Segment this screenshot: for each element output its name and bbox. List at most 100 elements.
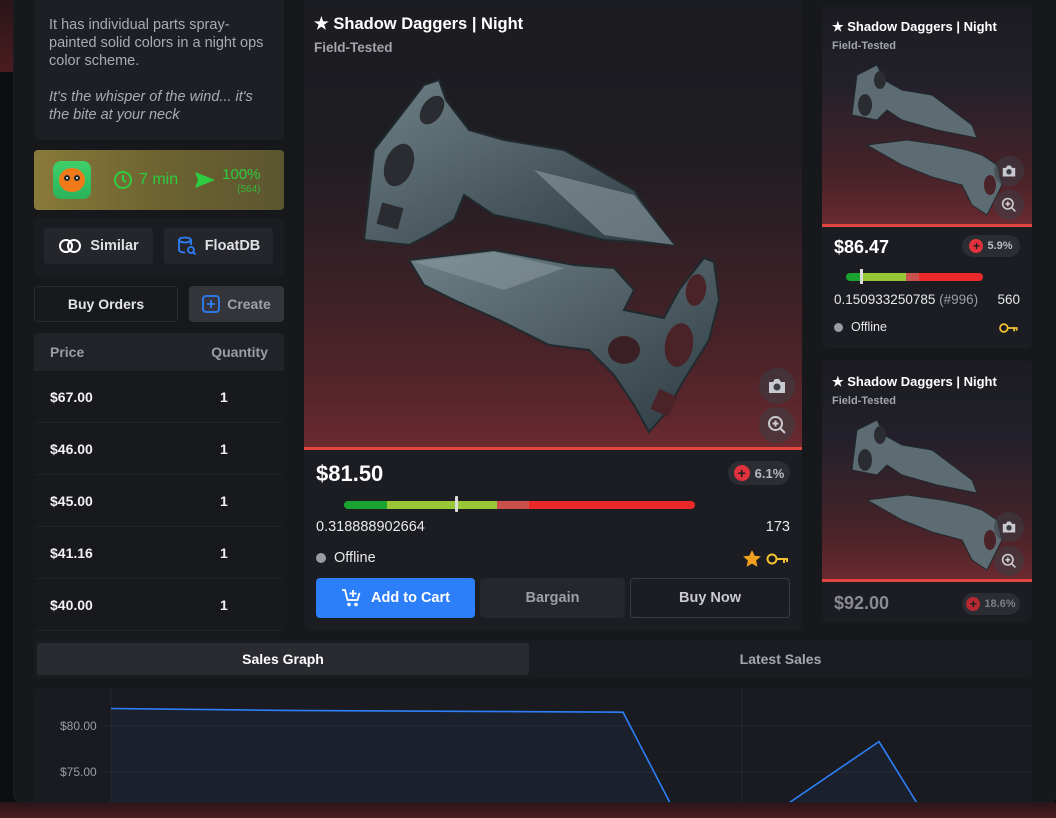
screenshot-button[interactable] (994, 512, 1024, 542)
similar-item-card[interactable]: ★ Shadow Daggers | Night Field-Tested $9… (822, 360, 1032, 622)
screenshot-button[interactable] (759, 368, 795, 404)
similar-label: Similar (90, 238, 139, 254)
pattern-seed: 173 (765, 519, 790, 535)
send-icon (195, 172, 216, 188)
item-description: It has individual parts spray-painted so… (49, 17, 264, 69)
buy-orders-header: Buy Orders Create (34, 286, 284, 322)
side-item-image-area[interactable]: ★ Shadow Daggers | Night Field-Tested (822, 5, 1032, 227)
buy-orders-tab[interactable]: Buy Orders (34, 286, 178, 322)
sales-chart (104, 688, 1032, 802)
order-quantity: 1 (220, 388, 228, 405)
similar-button[interactable]: Similar (44, 228, 153, 264)
key-icon (766, 553, 788, 565)
float-wear-bar (846, 273, 983, 281)
table-row[interactable]: $45.00 1 (34, 475, 284, 527)
order-price: $45.00 (50, 492, 93, 509)
graph-tabs: Sales Graph Latest Sales (34, 640, 1032, 678)
order-price: $67.00 (50, 388, 93, 405)
table-header: Price Quantity (34, 333, 284, 371)
discount-value: 6.1% (754, 465, 785, 481)
order-price: $40.00 (50, 596, 93, 613)
float-wear-bar (344, 501, 695, 509)
item-price: $81.50 (316, 461, 384, 486)
quantity-column-header: Quantity (211, 344, 268, 360)
inspect-button[interactable] (759, 407, 795, 443)
item-title: ★ Shadow Daggers | Night (314, 15, 524, 33)
float-marker (454, 496, 458, 512)
discount-badge: +6.1% (728, 461, 790, 485)
add-to-cart-button[interactable]: Add to Cart (316, 578, 475, 618)
seller-card[interactable]: 7 min 100% (564) (34, 150, 284, 210)
floatdb-button[interactable]: FloatDB (164, 228, 273, 264)
y-tick-label: $75.00 (60, 765, 97, 779)
seller-status: Offline (316, 550, 376, 566)
plus-square-icon (202, 295, 221, 313)
add-to-cart-label: Add to Cart (371, 590, 450, 606)
key-icon (999, 323, 1018, 333)
item-image-area[interactable]: ★ Shadow Daggers | Night Field-Tested (304, 0, 802, 450)
side-item-title: ★ Shadow Daggers | Night (832, 19, 997, 34)
item-flavor-text: It's the whisper of the wind... it's the… (49, 89, 253, 123)
zoom-in-icon (1001, 553, 1016, 568)
camera-icon (1002, 165, 1016, 177)
table-row[interactable]: $46.00 1 (34, 423, 284, 475)
seller-status: Offline (834, 320, 887, 334)
price-column-header: Price (50, 344, 85, 360)
discount-badge: +5.9% (962, 235, 1020, 257)
side-item-wear: Field-Tested (832, 40, 896, 52)
inspect-button[interactable] (994, 546, 1024, 576)
status-dot (834, 322, 843, 332)
cart-add-icon (342, 589, 361, 607)
trade-time-value: 7 min (139, 171, 179, 188)
float-marker (860, 269, 863, 284)
bargain-button[interactable]: Bargain (480, 578, 625, 618)
table-row[interactable]: $40.00 1 (34, 579, 284, 631)
item-wear: Field-Tested (314, 40, 393, 55)
trade-time: 7 min (113, 170, 178, 190)
table-row[interactable]: $41.16 1 (34, 527, 284, 579)
table-row[interactable]: $67.00 1 (34, 371, 284, 423)
screenshot-button[interactable] (994, 156, 1024, 186)
float-value: 0.150933250785 (834, 292, 936, 307)
discount-value: 18.6% (984, 598, 1016, 610)
float-value: 0.318888902664 (316, 519, 425, 535)
tab-sales-graph[interactable]: Sales Graph (37, 643, 529, 675)
buy-orders-table: Price Quantity $67.00 1 $46.00 1 $45.00 1 $… (34, 333, 284, 633)
clock-icon (114, 171, 132, 189)
pattern-seed: 560 (997, 292, 1020, 307)
inspect-button[interactable] (994, 190, 1024, 220)
plus-circle-icon: + (969, 239, 984, 253)
create-order-button[interactable]: Create (189, 286, 284, 322)
series-area (111, 708, 946, 802)
side-item-price: $86.47 (834, 237, 890, 257)
main-item-card: ★ Shadow Daggers | Night Field-Tested $8… (304, 0, 802, 630)
item-description-card: It has individual parts spray-painted so… (34, 0, 284, 140)
create-label: Create (227, 296, 271, 312)
side-item-wear: Field-Tested (832, 395, 896, 407)
star-icon (743, 550, 761, 567)
status-label: Offline (334, 550, 376, 566)
rings-icon (59, 239, 82, 253)
sales-graph[interactable]: $80.00 $75.00 (34, 688, 1032, 802)
seller-avatar (53, 161, 91, 199)
discount-value: 5.9% (987, 240, 1013, 252)
order-price: $46.00 (50, 440, 93, 457)
item-image (362, 78, 721, 434)
order-quantity: 1 (220, 596, 228, 613)
buy-now-button[interactable]: Buy Now (630, 578, 790, 618)
similar-item-card[interactable]: ★ Shadow Daggers | Night Field-Tested $8… (822, 5, 1032, 348)
status-dot (316, 553, 326, 563)
side-item-price: $92.00 (834, 593, 890, 613)
order-quantity: 1 (220, 440, 228, 457)
plus-circle-icon: + (733, 465, 750, 481)
zoom-in-icon (1001, 197, 1016, 212)
order-quantity: 1 (220, 544, 228, 561)
float-value-line: 0.150933250785 (#996) (834, 292, 978, 307)
y-tick-label: $80.00 (60, 719, 97, 733)
side-item-image-area[interactable]: ★ Shadow Daggers | Night Field-Tested (822, 360, 1032, 582)
camera-icon (1002, 521, 1016, 533)
camera-icon (769, 379, 785, 393)
status-label: Offline (851, 320, 887, 334)
float-rank: (#996) (939, 292, 979, 307)
tab-latest-sales[interactable]: Latest Sales (532, 643, 1029, 675)
